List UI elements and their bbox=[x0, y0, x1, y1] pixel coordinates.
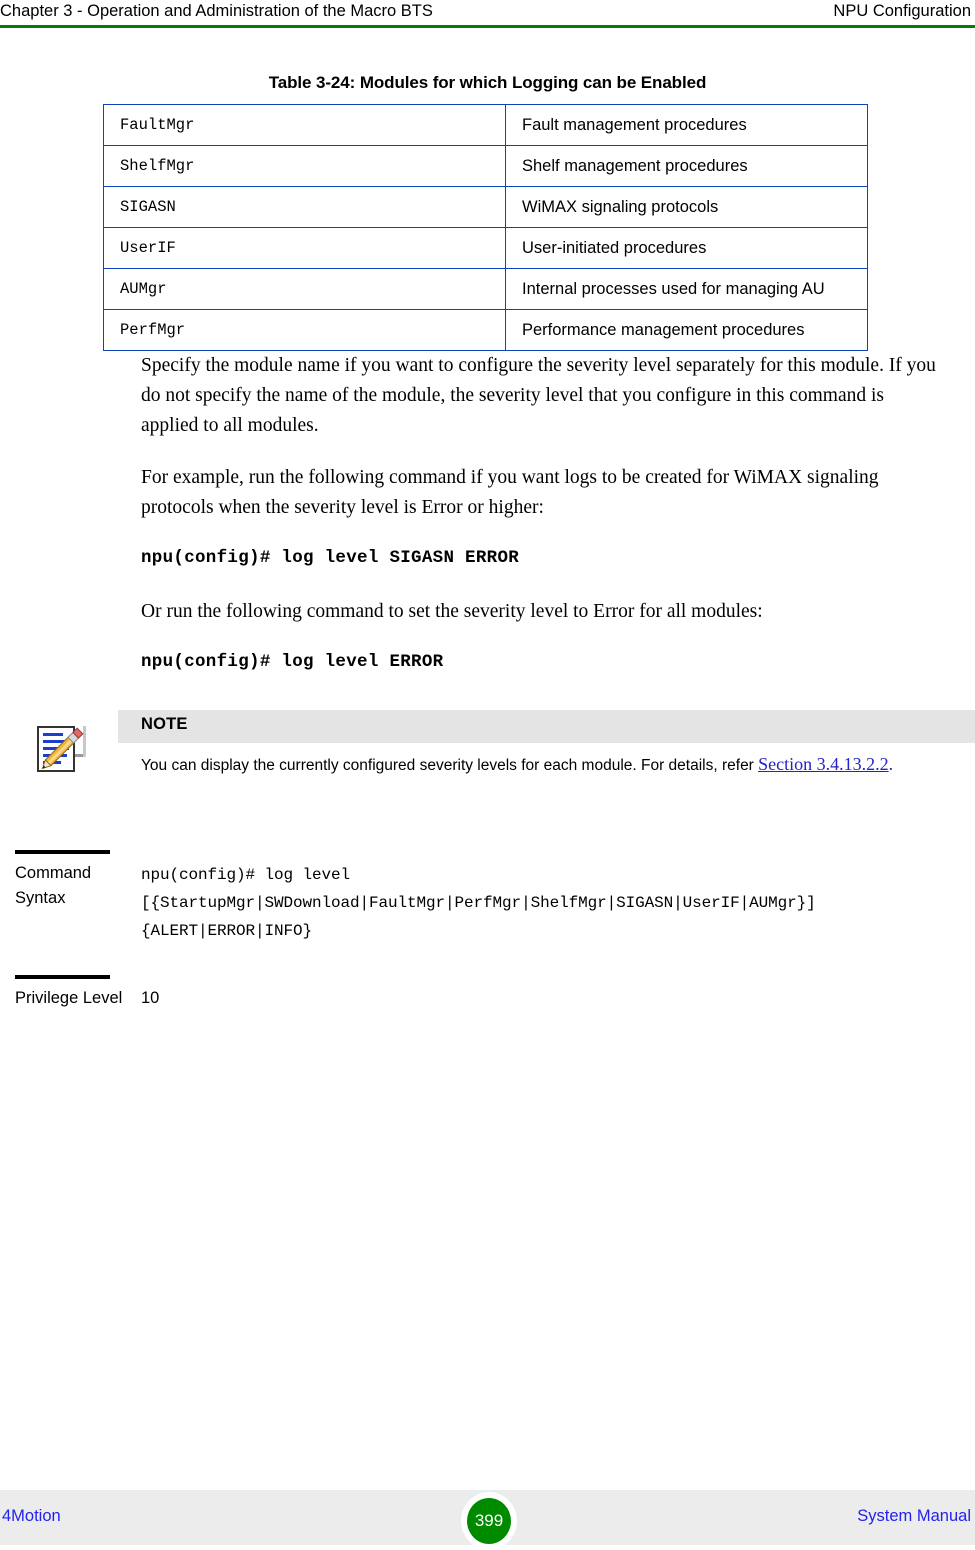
privilege-level-rule bbox=[15, 975, 110, 979]
syntax-line: {ALERT|ERROR|INFO} bbox=[141, 922, 313, 940]
privilege-level-content: 10 bbox=[141, 975, 971, 1011]
footer-manual-name: System Manual bbox=[857, 1507, 971, 1525]
command-example-sigasn: npu(config)# log level SIGASN ERROR bbox=[141, 548, 520, 568]
footer-product-name: 4Motion bbox=[2, 1507, 61, 1525]
command-syntax-rule bbox=[15, 850, 110, 854]
module-description-cell: Shelf management procedures bbox=[505, 145, 868, 187]
page-header: Chapter 3 - Operation and Administration… bbox=[0, 0, 975, 28]
table-row: AUMgr Internal processes used for managi… bbox=[103, 268, 868, 310]
table-row: ShelfMgr Shelf management procedures bbox=[103, 145, 868, 187]
modules-logging-table: FaultMgr Fault management procedures She… bbox=[103, 104, 868, 351]
paragraph-module-name-info: Specify the module name if you want to c… bbox=[141, 355, 936, 436]
note-link-suffix: . bbox=[888, 754, 894, 774]
module-description-cell: Performance management procedures bbox=[505, 309, 868, 351]
note-pencil-document-icon bbox=[30, 718, 92, 780]
table-row: SIGASN WiMAX signaling protocols bbox=[103, 186, 868, 228]
module-name-cell: ShelfMgr bbox=[103, 145, 506, 187]
command-syntax-content: npu(config)# log level [{StartupMgr|SWDo… bbox=[141, 850, 971, 945]
module-description-cell: User-initiated procedures bbox=[505, 227, 868, 269]
note-title: NOTE bbox=[141, 715, 188, 733]
module-name-cell: SIGASN bbox=[103, 186, 506, 228]
privilege-level-value: 10 bbox=[141, 989, 160, 1007]
module-name-cell: AUMgr bbox=[103, 268, 506, 310]
module-name-cell: FaultMgr bbox=[103, 104, 506, 146]
privilege-level-label: Privilege Level bbox=[15, 989, 123, 1007]
modules-table-body: FaultMgr Fault management procedures She… bbox=[103, 104, 868, 351]
module-name-cell: UserIF bbox=[103, 227, 506, 269]
note-callout: NOTE You can display the currently confi… bbox=[0, 710, 975, 820]
syntax-line: [{StartupMgr|SWDownload|FaultMgr|PerfMgr… bbox=[141, 894, 816, 912]
table-caption: Table 3-24: Modules for which Logging ca… bbox=[268, 73, 707, 92]
table-row: PerfMgr Performance management procedure… bbox=[103, 309, 868, 351]
note-title-band bbox=[118, 710, 975, 743]
note-body-text: You can display the currently configured… bbox=[141, 752, 931, 778]
body-text-block: Specify the module name if you want to c… bbox=[141, 351, 941, 675]
command-syntax-section: Command Syntax npu(config)# log level [{… bbox=[0, 850, 975, 945]
module-description-cell: WiMAX signaling protocols bbox=[505, 186, 868, 228]
page-content: Table 3-24: Modules for which Logging ca… bbox=[0, 28, 975, 1035]
table-row: FaultMgr Fault management procedures bbox=[103, 104, 868, 146]
table-row: UserIF User-initiated procedures bbox=[103, 227, 868, 269]
page-number-badge: 399 bbox=[467, 1498, 511, 1544]
module-name-cell: PerfMgr bbox=[103, 309, 506, 351]
privilege-level-section: Privilege Level 10 bbox=[0, 975, 975, 1035]
note-section-link[interactable]: Section 3.4.13.2.2 bbox=[758, 754, 889, 774]
module-description-cell: Fault management procedures bbox=[505, 104, 868, 146]
paragraph-example-intro: For example, run the following command i… bbox=[141, 467, 879, 518]
header-chapter-title: Chapter 3 - Operation and Administration… bbox=[0, 2, 433, 20]
note-text: You can display the currently configured… bbox=[141, 757, 759, 774]
command-syntax-label: Command Syntax bbox=[15, 864, 92, 907]
command-example-all: npu(config)# log level ERROR bbox=[141, 652, 444, 672]
syntax-line: npu(config)# log level bbox=[141, 866, 351, 884]
paragraph-all-modules-intro: Or run the following command to set the … bbox=[141, 601, 763, 622]
page-footer: 4Motion 399 System Manual bbox=[0, 1490, 975, 1550]
module-description-cell: Internal processes used for managing AU bbox=[505, 268, 868, 310]
header-section-title: NPU Configuration bbox=[833, 2, 971, 20]
